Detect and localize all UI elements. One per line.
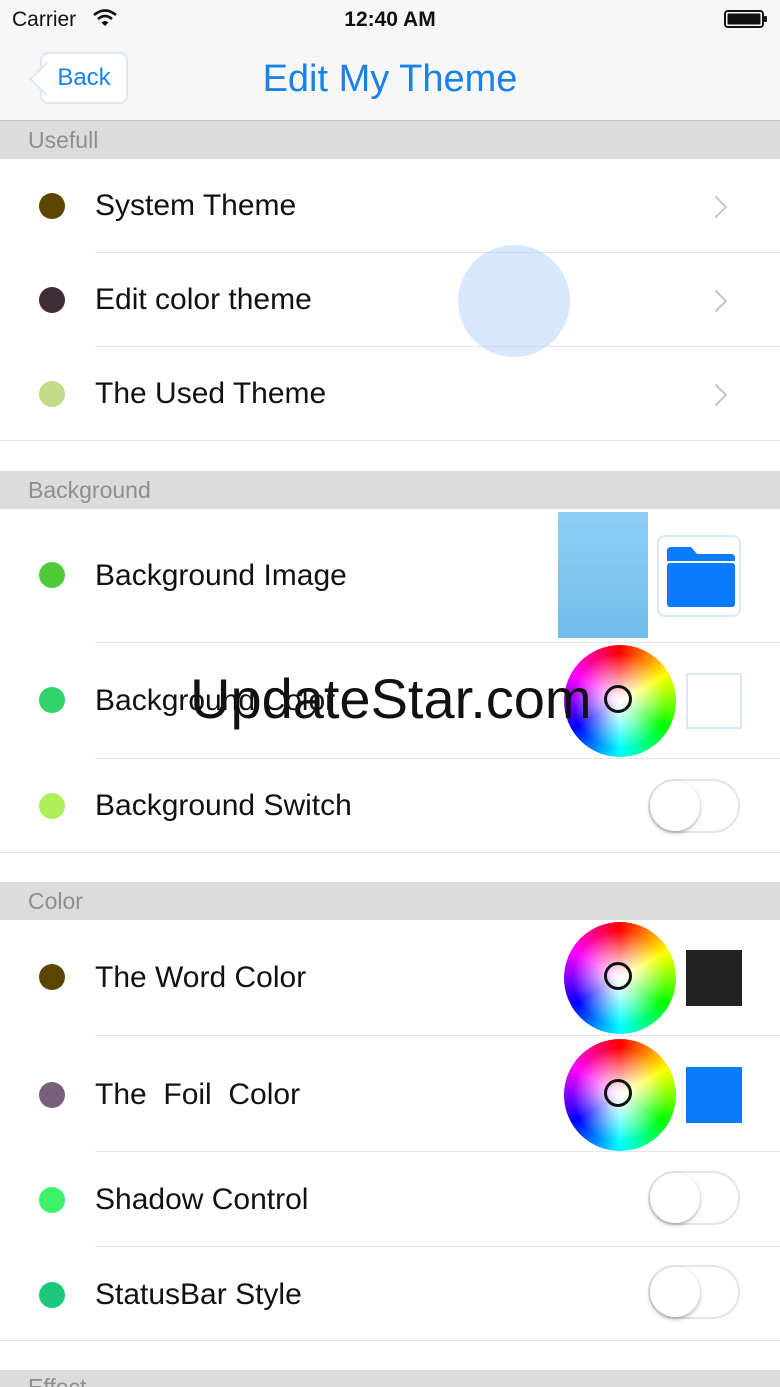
color-dot	[39, 193, 65, 219]
page-title: Edit My Theme	[262, 58, 518, 100]
row-label: Background Image	[95, 559, 347, 592]
color-dot	[39, 562, 65, 588]
row-label: Background Switch	[95, 789, 352, 822]
section-header-label: Effect	[28, 1374, 87, 1387]
color-dot	[39, 1187, 65, 1213]
section-header-label: Background	[28, 477, 151, 503]
chevron-right-icon	[704, 383, 728, 407]
color-wheel-picker[interactable]	[564, 922, 676, 1034]
color-picker-handle[interactable]	[604, 1079, 632, 1107]
status-bar: Carrier 12:40 AM	[0, 0, 780, 40]
color-wheel-picker[interactable]	[564, 1039, 676, 1151]
section-header-color: Color	[0, 882, 780, 920]
toggle-knob	[650, 1173, 700, 1223]
navigation-bar: Back Edit My Theme	[0, 40, 780, 121]
battery-icon	[724, 10, 768, 28]
row-label: The Foil Color	[95, 1078, 301, 1111]
color-dot	[39, 1082, 65, 1108]
chevron-right-icon	[704, 289, 728, 313]
section-header-effect: Effect	[0, 1370, 780, 1387]
watermark: UpdateStar.com	[190, 667, 592, 730]
row-divider	[0, 440, 780, 441]
shadow-control-toggle[interactable]	[648, 1171, 740, 1225]
row-edit-color-theme[interactable]: Edit color theme	[0, 253, 780, 347]
row-background-switch: Background Switch	[0, 759, 780, 853]
toggle-knob	[650, 781, 700, 831]
row-label: The Word Color	[95, 961, 307, 994]
color-picker-handle[interactable]	[604, 685, 632, 713]
row-statusbar-style: StatusBar Style	[0, 1247, 780, 1341]
color-picker-handle[interactable]	[604, 962, 632, 990]
color-dot	[39, 687, 65, 713]
row-the-used-theme[interactable]: The Used Theme	[0, 347, 780, 441]
background-switch-toggle[interactable]	[648, 779, 740, 833]
folder-icon	[667, 547, 735, 612]
row-label: The Used Theme	[95, 377, 327, 410]
row-system-theme[interactable]: System Theme	[0, 159, 780, 253]
row-divider	[0, 1340, 780, 1341]
toggle-knob	[650, 1267, 700, 1317]
color-dot	[39, 1282, 65, 1308]
color-dot	[39, 381, 65, 407]
row-shadow-control: Shadow Control	[0, 1152, 780, 1247]
row-label: Shadow Control	[95, 1183, 309, 1216]
row-label: System Theme	[95, 189, 297, 222]
color-dot	[39, 964, 65, 990]
section-header-background: Background	[0, 471, 780, 509]
color-swatch[interactable]	[686, 950, 742, 1006]
choose-image-button[interactable]	[657, 535, 741, 617]
touch-indicator	[458, 245, 570, 357]
color-swatch[interactable]	[686, 1067, 742, 1123]
color-swatch[interactable]	[686, 673, 742, 729]
color-dot	[39, 287, 65, 313]
section-header-label: Color	[28, 888, 83, 914]
row-divider	[0, 852, 780, 853]
section-header-usefull: Usefull	[0, 121, 780, 159]
chevron-right-icon	[704, 195, 728, 219]
color-dot	[39, 793, 65, 819]
row-label: Edit color theme	[95, 283, 312, 316]
clock-time: 12:40 AM	[344, 8, 436, 31]
row-label: StatusBar Style	[95, 1278, 302, 1311]
section-header-label: Usefull	[28, 127, 99, 153]
background-image-preview[interactable]	[558, 512, 648, 638]
statusbar-style-toggle[interactable]	[648, 1265, 740, 1319]
